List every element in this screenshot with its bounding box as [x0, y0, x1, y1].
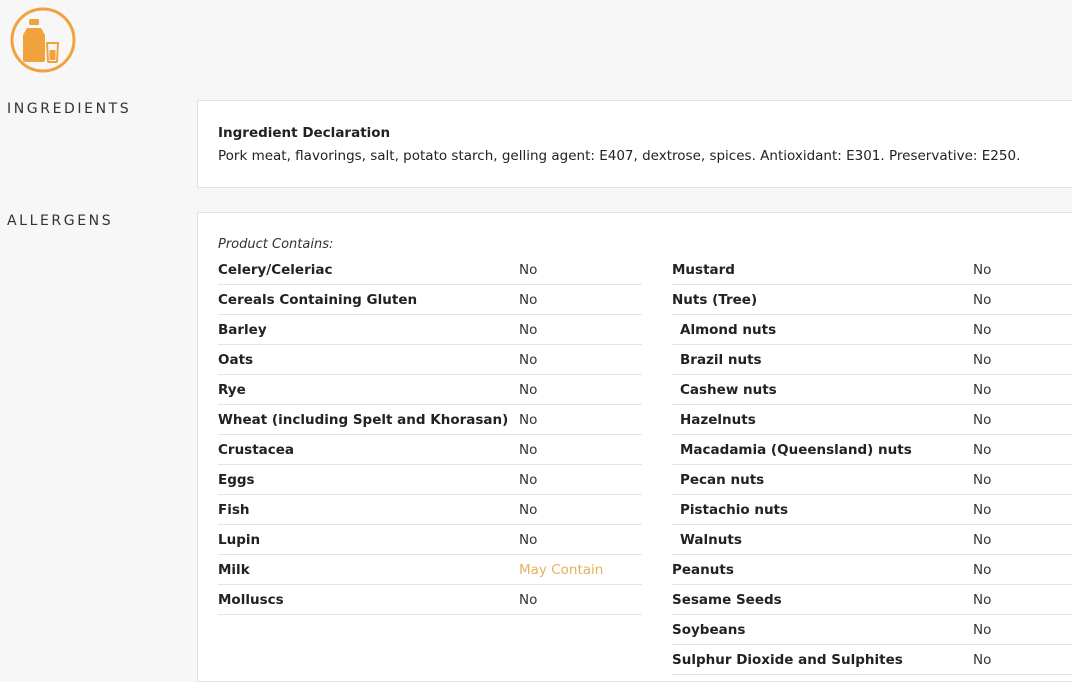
- allergen-name: Rye: [218, 382, 246, 398]
- allergen-status: No: [973, 502, 992, 518]
- allergen-status: No: [973, 352, 992, 368]
- allergen-name: Celery/Celeriac: [218, 262, 333, 278]
- allergens-section-label: ALLERGENS: [7, 213, 114, 229]
- allergen-row: Eggs No: [218, 465, 642, 495]
- allergen-row: Peanuts No: [672, 555, 1072, 585]
- allergen-status: No: [519, 382, 538, 398]
- allergen-name: Crustacea: [218, 442, 295, 458]
- allergens-right-column: Mustard No Nuts (Tree) No Almond nuts No Brazi…: [672, 255, 1072, 675]
- allergen-name: Sesame Seeds: [672, 592, 782, 608]
- allergen-status: No: [973, 562, 992, 578]
- allergen-name: Soybeans: [672, 622, 746, 638]
- allergen-name: Hazelnuts: [680, 412, 756, 428]
- allergen-status: No: [519, 472, 538, 488]
- allergen-row: Lupin No: [218, 525, 642, 555]
- allergen-row: Rye No: [218, 375, 642, 405]
- milk-bottle-and-glass-icon: [10, 7, 76, 73]
- allergen-status: No: [519, 592, 538, 608]
- allergen-name: Cereals Containing Gluten: [218, 292, 418, 308]
- allergen-name: Molluscs: [218, 592, 284, 608]
- allergen-name: Pecan nuts: [680, 472, 765, 488]
- allergen-row: Cereals Containing Gluten No: [218, 285, 642, 315]
- allergens-panel: Product Contains: Celery/Celeriac No Cerea…: [197, 212, 1072, 682]
- allergen-name: Oats: [218, 352, 254, 368]
- allergen-name: Walnuts: [680, 532, 742, 548]
- ingredients-section-label: INGREDIENTS: [7, 101, 132, 117]
- allergens-left-column: Celery/Celeriac No Cereals Containing Glut…: [218, 255, 642, 615]
- allergen-status: No: [973, 592, 992, 608]
- allergen-status: No: [973, 472, 992, 488]
- allergen-status: No: [973, 532, 992, 548]
- allergen-row: Celery/Celeriac No: [218, 255, 642, 285]
- allergen-row: Mustard No: [672, 255, 1072, 285]
- allergen-status: No: [973, 652, 992, 668]
- allergen-row: Molluscs No: [218, 585, 642, 615]
- allergen-row: Soybeans No: [672, 615, 1072, 645]
- allergen-row: Fish No: [218, 495, 642, 525]
- allergen-status: No: [973, 292, 992, 308]
- allergen-name: Cashew nuts: [680, 382, 777, 398]
- allergen-status: No: [519, 262, 538, 278]
- allergen-name: Brazil nuts: [680, 352, 762, 368]
- allergen-row: Crustacea No: [218, 435, 642, 465]
- allergen-row: Hazelnuts No: [672, 405, 1072, 435]
- allergen-status: May Contain: [519, 562, 604, 578]
- allergen-row: Cashew nuts No: [672, 375, 1072, 405]
- allergen-name: Fish: [218, 502, 250, 518]
- allergen-status: No: [519, 502, 538, 518]
- allergen-status: No: [519, 352, 538, 368]
- allergen-row: Barley No: [218, 315, 642, 345]
- allergen-row: Macadamia (Queensland) nuts No: [672, 435, 1072, 465]
- ingredient-declaration-title: Ingredient Declaration: [218, 125, 391, 141]
- allergen-name: Macadamia (Queensland) nuts: [680, 442, 912, 458]
- allergen-name: Wheat (including Spelt and Khorasan): [218, 412, 509, 428]
- allergen-name: Eggs: [218, 472, 255, 488]
- allergen-row: Pistachio nuts No: [672, 495, 1072, 525]
- allergen-status: No: [519, 442, 538, 458]
- allergen-name: Nuts (Tree): [672, 292, 758, 308]
- allergen-name: Barley: [218, 322, 267, 338]
- product-contains-label: Product Contains:: [218, 237, 334, 252]
- ingredients-panel: Ingredient Declaration Pork meat, flavor…: [197, 100, 1072, 188]
- allergen-row: Almond nuts No: [672, 315, 1072, 345]
- allergen-name: Milk: [218, 562, 250, 578]
- allergen-row: Sulphur Dioxide and Sulphites No: [672, 645, 1072, 675]
- allergen-status: No: [973, 412, 992, 428]
- allergen-name: Lupin: [218, 532, 261, 548]
- allergen-status: No: [519, 412, 538, 428]
- allergen-row: Wheat (including Spelt and Khorasan) No: [218, 405, 642, 435]
- allergen-row: Brazil nuts No: [672, 345, 1072, 375]
- allergen-status: No: [973, 442, 992, 458]
- allergen-status: No: [973, 382, 992, 398]
- allergen-name: Pistachio nuts: [680, 502, 789, 518]
- allergen-row: Oats No: [218, 345, 642, 375]
- allergen-status: No: [973, 622, 992, 638]
- allergen-row: Milk May Contain: [218, 555, 642, 585]
- allergen-name: Sulphur Dioxide and Sulphites: [672, 652, 903, 668]
- allergen-status: No: [519, 532, 538, 548]
- allergen-status: No: [973, 322, 992, 338]
- allergen-name: Almond nuts: [680, 322, 777, 338]
- allergen-name: Mustard: [672, 262, 735, 278]
- allergen-status: No: [973, 262, 992, 278]
- allergen-status: No: [519, 322, 538, 338]
- ingredient-declaration-text: Pork meat, flavorings, salt, potato star…: [218, 148, 1021, 164]
- allergen-name: Peanuts: [672, 562, 734, 578]
- allergen-row: Walnuts No: [672, 525, 1072, 555]
- allergen-row: Pecan nuts No: [672, 465, 1072, 495]
- allergen-row: Nuts (Tree) No: [672, 285, 1072, 315]
- allergen-row: Sesame Seeds No: [672, 585, 1072, 615]
- allergen-status: No: [519, 292, 538, 308]
